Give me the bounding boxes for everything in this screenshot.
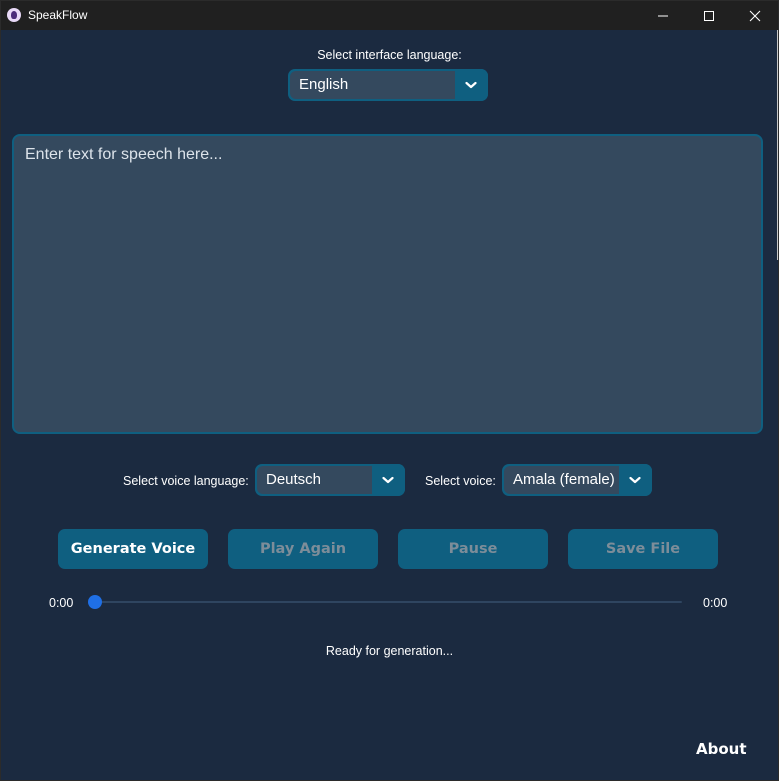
current-time: 0:00 [49,596,74,610]
voice-value: Amala (female) [504,466,619,494]
minimize-icon [658,15,668,17]
voice-language-label: Select voice language: [123,474,249,488]
app-logo-icon [7,8,21,22]
play-again-button[interactable]: Play Again [228,529,378,569]
close-icon [749,10,761,22]
interface-language-dropdown-button[interactable] [455,69,488,101]
chevron-down-icon [629,476,641,484]
voice-select[interactable]: Amala (female) [502,464,652,496]
interface-language-label: Select interface language: [317,48,462,62]
interface-language-value: English [290,71,455,99]
window-title: SpeakFlow [28,8,88,22]
status-text: Ready for generation... [325,644,454,658]
close-button[interactable] [732,1,778,30]
app-window: SpeakFlow Select interface language: Eng… [0,0,779,781]
voice-language-select[interactable]: Deutsch [255,464,405,496]
playback-slider-thumb[interactable] [88,595,102,609]
pause-button[interactable]: Pause [398,529,548,569]
generate-voice-button[interactable]: Generate Voice [58,529,208,569]
chevron-down-icon [465,81,477,89]
interface-language-select[interactable]: English [288,69,488,101]
voice-language-value: Deutsch [257,466,372,494]
voice-label: Select voice: [425,474,496,488]
title-bar[interactable]: SpeakFlow [1,1,778,30]
speech-text-input[interactable] [12,134,763,434]
total-time: 0:00 [703,596,728,610]
maximize-button[interactable] [686,1,732,30]
maximize-icon [704,11,714,21]
save-file-button[interactable]: Save File [568,529,718,569]
playback-slider-track[interactable] [95,601,682,603]
voice-language-dropdown-button[interactable] [372,464,405,496]
voice-dropdown-button[interactable] [619,464,652,496]
minimize-button[interactable] [640,1,686,30]
chevron-down-icon [382,476,394,484]
about-link[interactable]: About [696,740,747,758]
